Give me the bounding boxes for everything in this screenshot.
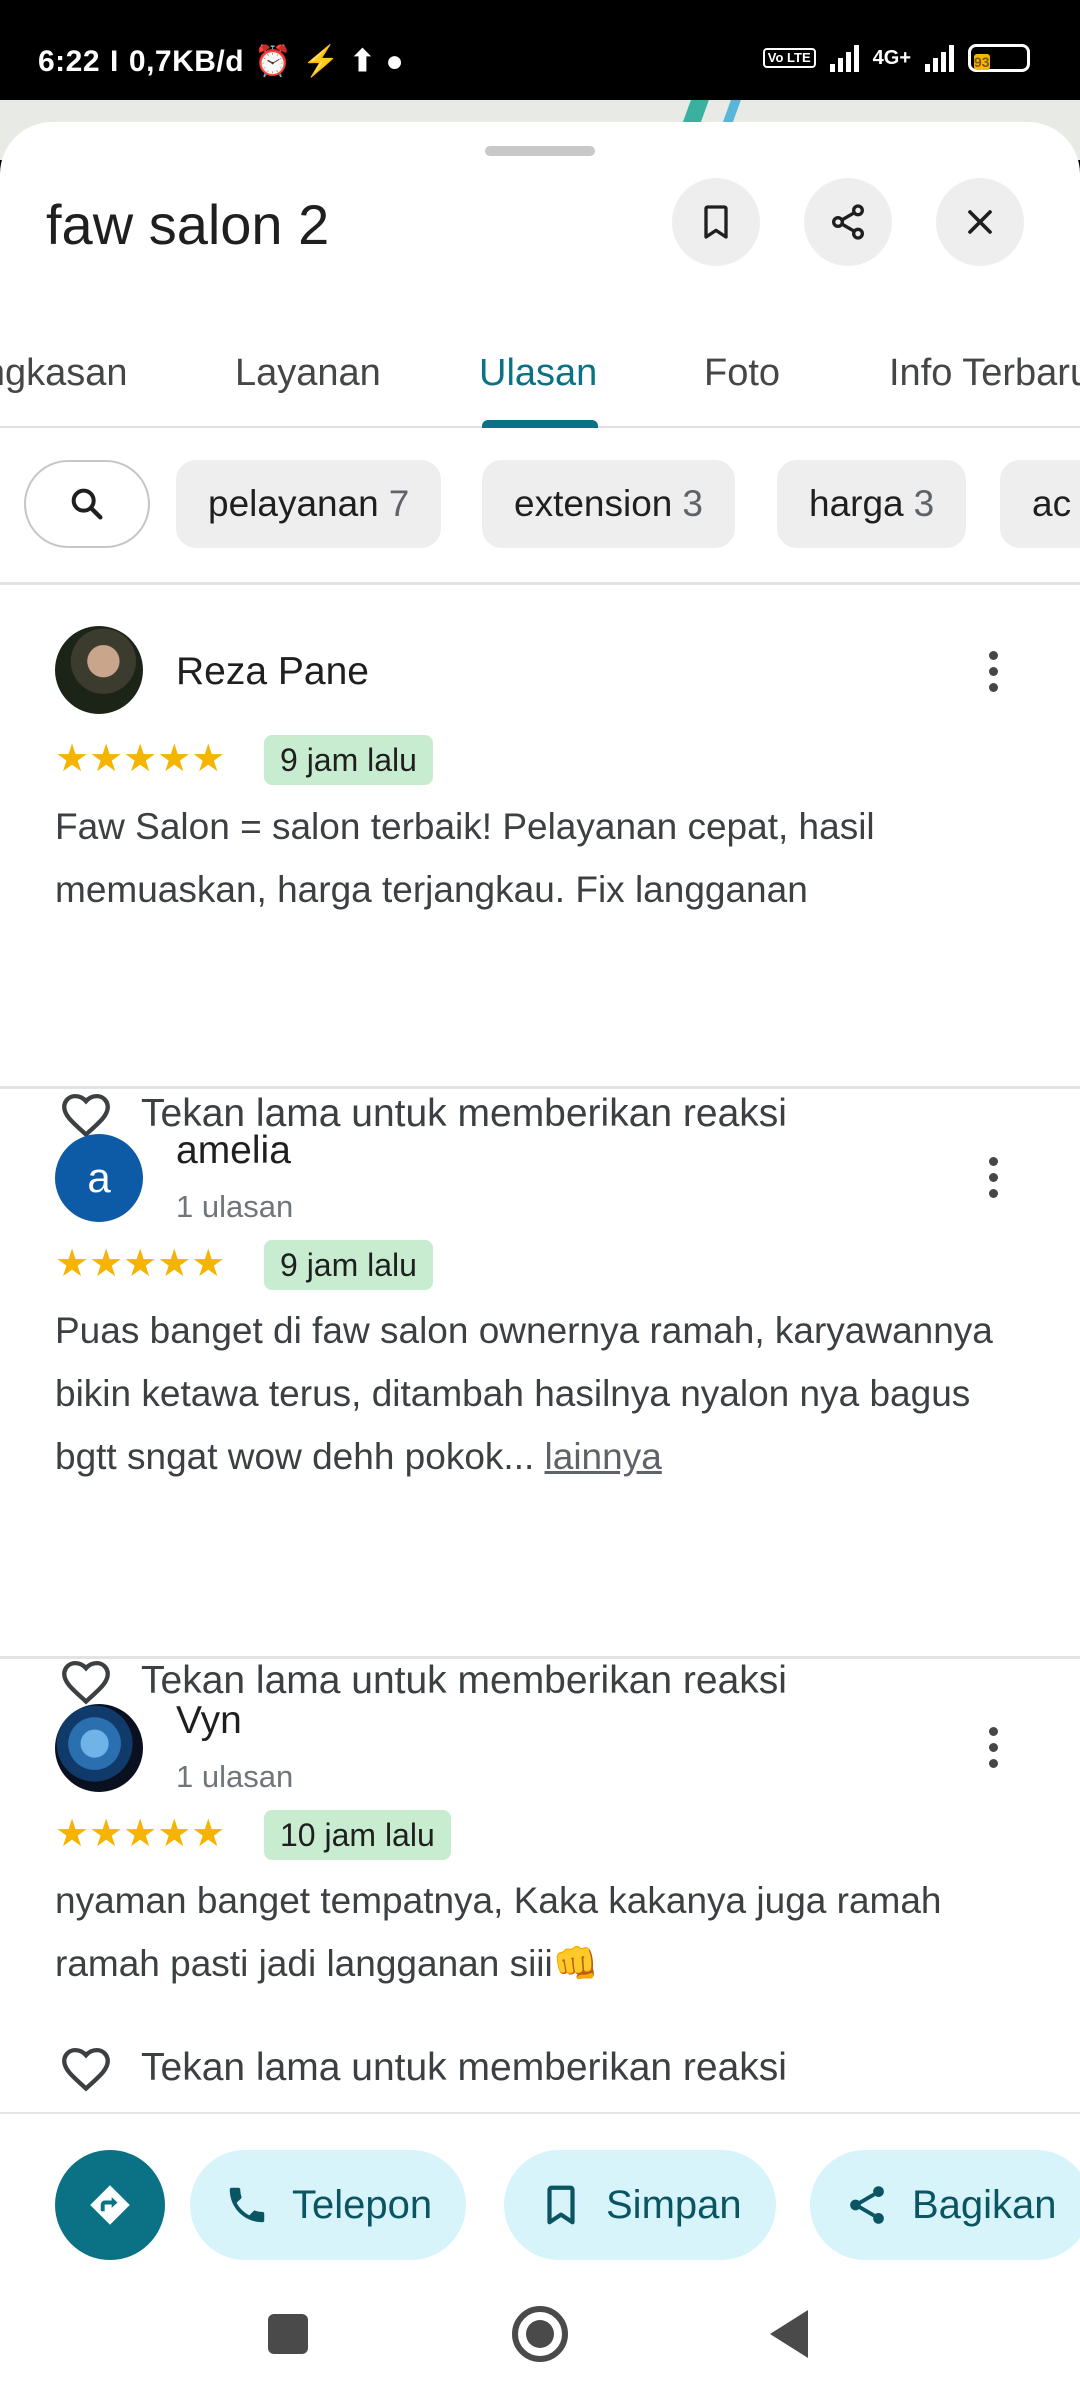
avatar[interactable] <box>55 626 143 714</box>
active-tab-indicator <box>482 420 598 428</box>
read-more-link[interactable]: lainnya <box>545 1436 662 1477</box>
battery-icon: 93 <box>968 44 1030 72</box>
status-separator: I <box>110 44 119 78</box>
review-body: Puas banget di faw salon ownernya ramah,… <box>55 1310 993 1477</box>
heart-icon <box>62 2047 110 2092</box>
chip-count: 3 <box>913 483 935 524</box>
more-options-button[interactable] <box>975 641 1011 701</box>
place-title: faw salon 2 <box>46 193 330 256</box>
star-rating: ★★★★★ <box>55 1813 226 1855</box>
tab-photos[interactable]: Foto <box>704 352 780 395</box>
directions-button[interactable] <box>55 2150 165 2260</box>
chip-pelayanan[interactable]: pelayanan 7 <box>176 460 442 548</box>
tab-bar: Ringkasan Layanan Ulasan Foto Info Terba… <box>0 322 1080 428</box>
back-button[interactable] <box>770 2310 808 2358</box>
battery-level: 93 <box>974 54 990 70</box>
chip-label: pelayanan <box>208 483 379 524</box>
star-rating: ★★★★★ <box>55 738 226 780</box>
review-time-badge: 9 jam lalu <box>264 735 433 785</box>
close-icon <box>968 210 992 234</box>
save-place-button[interactable] <box>672 178 760 266</box>
phone-icon <box>229 2187 265 2223</box>
reviewer-review-count: 1 ulasan <box>176 1189 294 1224</box>
signal-icon <box>829 44 859 72</box>
chip-label: ac <box>1032 483 1072 524</box>
tab-overview[interactable]: Ringkasan <box>0 352 128 395</box>
divider <box>0 582 1080 585</box>
reaction-button[interactable]: Tekan lama untuk memberikan reaksi <box>55 1085 787 1143</box>
reviewer-name[interactable]: amelia <box>176 1129 291 1173</box>
review-filter-chips: pelayanan 7 extension 3 harga 3 ac <box>0 460 1080 550</box>
more-options-button[interactable] <box>975 1717 1011 1777</box>
search-icon <box>71 488 103 520</box>
reaction-button[interactable]: Tekan lama untuk memberikan reaksi <box>55 1652 787 1710</box>
tab-services[interactable]: Layanan <box>235 352 381 395</box>
network-type: 4G+ <box>872 46 911 69</box>
directions-icon <box>90 2185 130 2225</box>
bookmark-icon <box>547 2185 575 2225</box>
call-button[interactable]: Telepon <box>190 2150 467 2260</box>
avatar[interactable] <box>55 1704 143 1792</box>
system-nav-bar <box>0 2262 1080 2400</box>
action-bar: Telepon Simpan Bagikan <box>0 2112 1080 2262</box>
save-label: Simpan <box>606 2182 742 2227</box>
review-time-badge: 9 jam lalu <box>264 1240 433 1290</box>
avatar[interactable]: a <box>55 1134 143 1222</box>
avatar-letter: a <box>87 1154 111 1201</box>
tab-updates[interactable]: Info Terbaru <box>889 352 1080 395</box>
status-right: Vo LTE 4G+ 93 <box>762 44 1030 72</box>
drag-handle[interactable] <box>485 146 595 156</box>
divider <box>0 1656 1080 1659</box>
alarm-icon: ⏰ <box>254 45 292 78</box>
notification-icon: ● <box>385 44 405 78</box>
home-button[interactable] <box>512 2306 568 2362</box>
status-net-speed: 0,7KB/d <box>128 44 245 78</box>
review-time-badge: 10 jam lalu <box>264 1810 451 1860</box>
share-icon <box>850 2186 884 2224</box>
volte-icon: Vo LTE <box>762 48 816 68</box>
save-button[interactable]: Simpan <box>504 2150 776 2260</box>
reviewer-name[interactable]: Reza Pane <box>176 650 369 694</box>
status-time: 6:22 <box>38 44 101 78</box>
chip-ac[interactable]: ac <box>1000 460 1080 548</box>
share-place-button[interactable] <box>804 178 892 266</box>
review-text: nyaman banget tempatnya, Kaka kakanya ju… <box>55 1869 1035 1995</box>
place-sheet: faw salon 2 Ringkasan Layanan Ulasan Fot… <box>0 122 1080 2400</box>
chip-harga[interactable]: harga 3 <box>777 460 967 548</box>
recents-button[interactable] <box>268 2314 308 2354</box>
review-text: Puas banget di faw salon ownernya ramah,… <box>55 1299 1035 1488</box>
upload-icon: ⬆ <box>349 45 376 78</box>
reviewer-name[interactable]: Vyn <box>176 1699 242 1743</box>
chip-label: harga <box>809 483 904 524</box>
flash-icon: ⚡ <box>301 45 340 78</box>
tab-reviews[interactable]: Ulasan <box>479 352 597 395</box>
chip-count: 7 <box>388 483 410 524</box>
heart-icon <box>62 1660 110 1705</box>
review-body: Faw Salon = salon terbaik! Pelayanan cep… <box>55 806 875 910</box>
close-button[interactable] <box>936 178 1024 266</box>
status-bar: 6:22 I 0,7KB/d ⏰ ⚡ ⬆ ● Vo LTE 4G+ 93 <box>0 0 1080 100</box>
reaction-label: Tekan lama untuk memberikan reaksi <box>141 2046 787 2089</box>
review-body: nyaman banget tempatnya, Kaka kakanya ju… <box>55 1880 942 1984</box>
chip-label: extension <box>514 483 673 524</box>
reaction-label: Tekan lama untuk memberikan reaksi <box>141 1659 787 1702</box>
chip-count: 3 <box>682 483 703 524</box>
more-options-button[interactable] <box>975 1147 1011 1207</box>
status-left: 6:22 I 0,7KB/d ⏰ ⚡ ⬆ ● <box>38 44 404 79</box>
share-button[interactable]: Bagikan <box>810 2150 1080 2260</box>
call-label: Telepon <box>292 2182 433 2227</box>
reaction-button[interactable]: Tekan lama untuk memberikan reaksi <box>55 2039 787 2097</box>
reviewer-review-count: 1 ulasan <box>176 1759 294 1794</box>
divider <box>0 1086 1080 1089</box>
search-reviews-button[interactable] <box>24 460 150 548</box>
chip-extension[interactable]: extension 3 <box>482 460 735 548</box>
bookmark-icon <box>704 205 728 239</box>
share-label: Bagikan <box>912 2182 1057 2227</box>
review-text: Faw Salon = salon terbaik! Pelayanan cep… <box>55 795 1035 921</box>
signal-2-icon <box>925 44 954 72</box>
star-rating: ★★★★★ <box>55 1243 226 1285</box>
share-icon <box>832 204 864 240</box>
